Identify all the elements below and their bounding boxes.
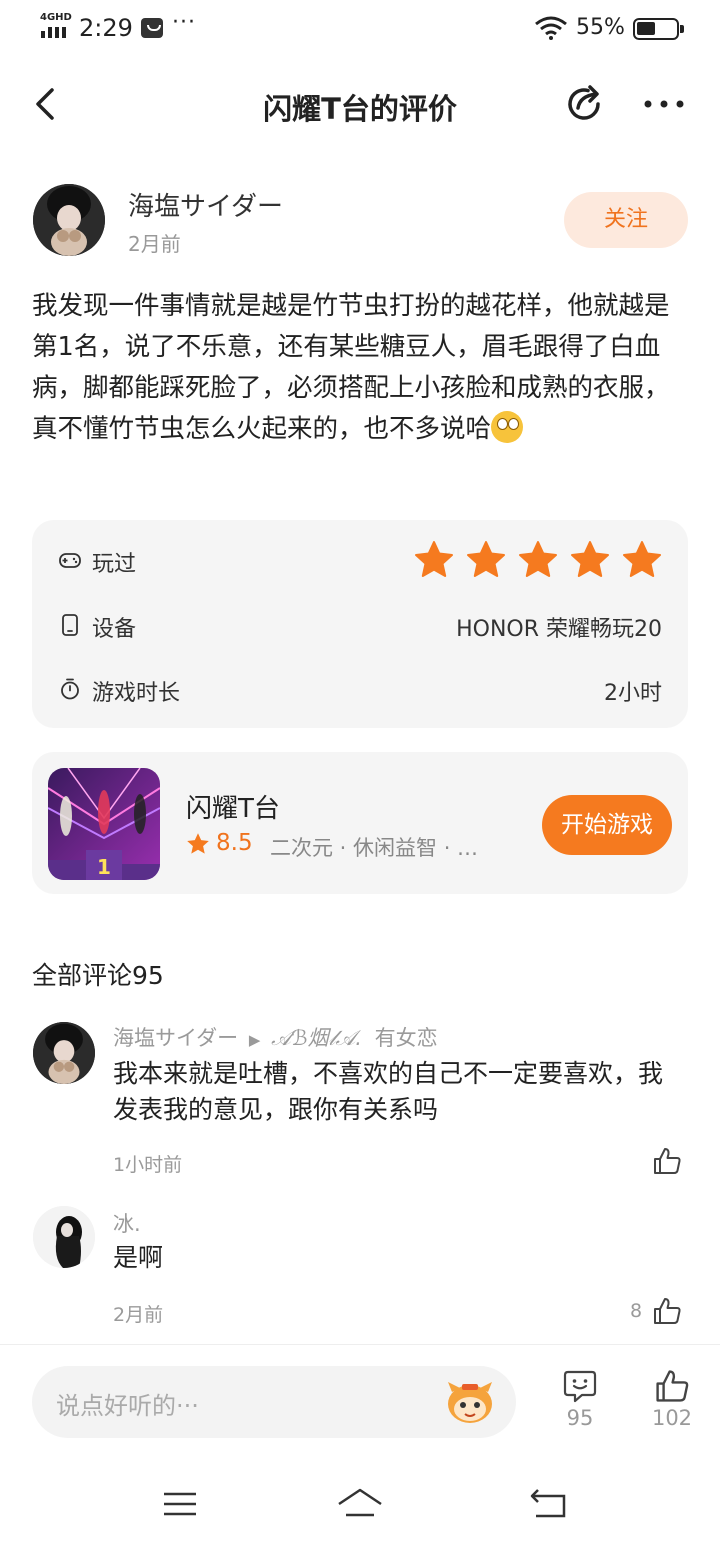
- review-info-card: 玩过 设备 HONOR 荣耀畅玩20 游戏时长 2小时: [32, 520, 688, 728]
- star-icon: [623, 541, 661, 577]
- comment-time: 1小时前: [113, 1154, 183, 1176]
- battery-icon: [633, 18, 684, 40]
- game-rating: 8.5: [216, 830, 253, 856]
- commenter-name[interactable]: 海塩サイダー: [113, 1026, 238, 1050]
- comments-title: 全部评论95: [32, 961, 164, 990]
- comment-action[interactable]: 95: [550, 1368, 610, 1440]
- page-title: 闪耀T台的评价: [263, 92, 457, 126]
- device-value: HONOR 荣耀畅玩20: [456, 617, 662, 642]
- duration-value: 2小时: [604, 681, 662, 706]
- duration-label: 游戏时长: [92, 681, 181, 706]
- commenter-avatar-image: [33, 1206, 95, 1268]
- reply-to-name[interactable]: 𝒜ℬ烟𝓁𝒜.: [271, 1026, 362, 1050]
- reply-to-suffix: 有女恋: [374, 1026, 438, 1050]
- system-nav-bar: [0, 1468, 720, 1544]
- battery-percent: 55%: [576, 15, 625, 40]
- mascot-emoji-icon[interactable]: [444, 1378, 496, 1426]
- more-icon[interactable]: [640, 84, 688, 124]
- status-bar: 4GHD 2:29 ··· 55%: [0, 0, 720, 58]
- comment-input-placeholder: 说点好听的···: [56, 1392, 199, 1420]
- start-game-button[interactable]: 开始游戏: [542, 795, 672, 855]
- game-thumbnail[interactable]: 1: [48, 768, 160, 880]
- rating-stars: [414, 540, 662, 580]
- status-time: 2:29: [79, 14, 133, 42]
- comment-text: 我本来就是吐槽，不喜欢的自己不一定要喜欢，我发表我的意见，跟你有关系吗: [113, 1059, 664, 1124]
- gamepad-icon: [59, 553, 81, 568]
- star-icon: [519, 541, 557, 577]
- thumbs-up-icon[interactable]: [652, 1146, 682, 1176]
- thumbs-up-icon: [656, 1370, 689, 1402]
- eye-roll-emoji-icon: [491, 411, 524, 443]
- share-icon[interactable]: [562, 82, 606, 126]
- message-notification-icon: [141, 18, 163, 38]
- bottom-divider: [0, 1344, 720, 1345]
- return-icon[interactable]: [526, 1482, 574, 1526]
- more-notifications-icon: ···: [172, 10, 196, 35]
- star-icon: [187, 833, 209, 854]
- comment-item: 冰. 是啊 2月前 8: [0, 1206, 720, 1330]
- device-label: 设备: [92, 617, 137, 642]
- menu-icon[interactable]: [156, 1482, 204, 1526]
- duration-row: 游戏时长 2小时: [32, 669, 688, 709]
- comment-user-line: 海塩サイダー ▶ 𝒜ℬ烟𝓁𝒜. 有女恋: [113, 1022, 438, 1052]
- game-name[interactable]: 闪耀T台: [186, 788, 280, 825]
- comment-like-count: 8: [630, 1300, 643, 1322]
- star-icon: [467, 541, 505, 577]
- star-icon: [415, 541, 453, 577]
- played-label: 玩过: [92, 552, 137, 577]
- stopwatch-icon: [61, 678, 79, 700]
- commenter-avatar[interactable]: [33, 1022, 95, 1084]
- commenter-avatar[interactable]: [33, 1206, 95, 1268]
- comment-item: 海塩サイダー ▶ 𝒜ℬ烟𝓁𝒜. 有女恋 我本来就是吐槽，不喜欢的自己不一定要喜欢…: [0, 1020, 720, 1190]
- thumbs-up-icon[interactable]: [652, 1296, 682, 1326]
- home-icon[interactable]: [336, 1482, 384, 1526]
- author-avatar-image: [33, 184, 105, 256]
- review-content: 我发现一件事情就是越是竹节虫打扮的越花样，他就越是第1名，说了不乐意，还有某些糖…: [32, 286, 692, 450]
- wifi-icon: [535, 16, 567, 40]
- comment-count: 95: [566, 1406, 594, 1430]
- game-thumbnail-image: 1: [48, 768, 160, 880]
- reply-arrow-icon: ▶: [248, 1031, 261, 1049]
- commenter-name[interactable]: 冰.: [113, 1208, 141, 1238]
- like-count: 102: [651, 1406, 693, 1430]
- played-row: 玩过: [32, 540, 688, 580]
- author-avatar[interactable]: [33, 184, 105, 256]
- signal-icon: [41, 27, 66, 38]
- follow-button[interactable]: 关注: [564, 192, 688, 248]
- game-card[interactable]: 1 闪耀T台 8.5 二次元 · 休闲益智 · … 开始游戏: [32, 752, 688, 894]
- comment-bubble-icon: [563, 1370, 597, 1403]
- review-time: 2月前: [128, 232, 181, 256]
- device-row: 设备 HONOR 荣耀畅玩20: [32, 605, 688, 645]
- phone-icon: [62, 614, 78, 636]
- commenter-avatar-image: [33, 1022, 95, 1084]
- like-action[interactable]: 102: [642, 1368, 702, 1440]
- review-text: 我发现一件事情就是越是竹节虫打扮的越花样，他就越是第1名，说了不乐意，还有某些糖…: [32, 291, 670, 444]
- comment-input[interactable]: 说点好听的···: [32, 1366, 516, 1438]
- author-name[interactable]: 海塩サイダー: [128, 186, 283, 223]
- game-tags: 二次元 · 休闲益智 · …: [270, 836, 479, 860]
- podium-number: 1: [97, 855, 111, 879]
- star-icon: [571, 541, 609, 577]
- comment-text: 是啊: [113, 1243, 164, 1272]
- review-author: 海塩サイダー 2月前 关注: [0, 176, 720, 266]
- comment-time: 2月前: [113, 1304, 164, 1326]
- top-header: 闪耀T台的评价: [0, 62, 720, 148]
